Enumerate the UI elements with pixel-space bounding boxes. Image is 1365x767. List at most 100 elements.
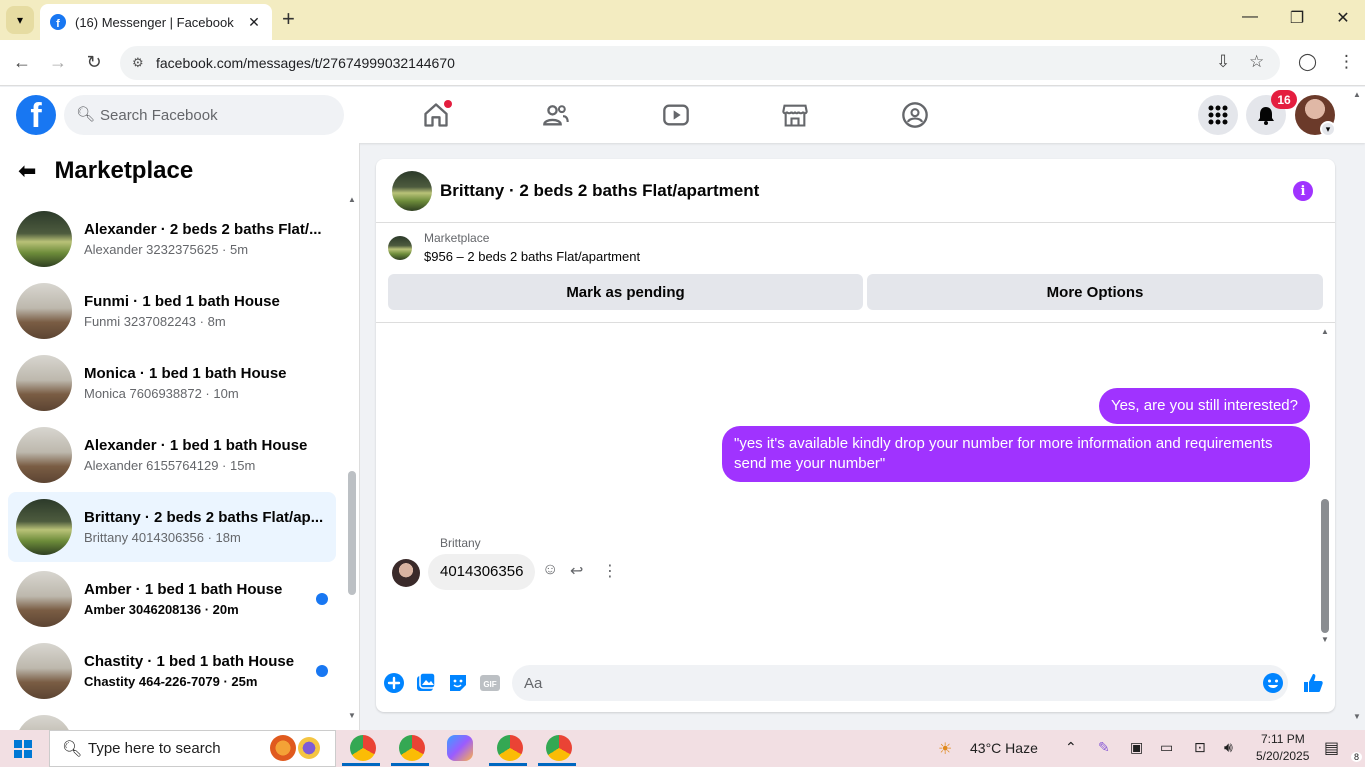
sticker-icon[interactable] [447, 672, 469, 694]
conversation-item[interactable]: Alexander · 1 bed 1 bath House Alexander … [8, 420, 336, 490]
message-input[interactable]: Aa [512, 665, 1288, 701]
scroll-down-icon[interactable]: ▼ [1321, 635, 1329, 644]
battery-icon[interactable]: ▭ [1160, 739, 1173, 756]
back-arrow-icon[interactable]: ⬅ [18, 158, 36, 184]
conversation-name: Brittany · 2 beds 2 baths Flat/ap... [84, 509, 324, 526]
browser-menu-icon[interactable]: ⋮ [1338, 52, 1355, 72]
pen-icon[interactable]: ✎ [1098, 739, 1110, 756]
menu-grid-button[interactable] [1198, 95, 1238, 135]
unread-dot [316, 593, 328, 605]
friends-icon[interactable] [542, 101, 570, 129]
scroll-down-icon[interactable]: ▼ [348, 711, 356, 720]
conversation-item[interactable]: Monica · 1 bed 1 bath House Monica 760693… [8, 348, 336, 418]
search-icon: 🔍︎ [76, 106, 96, 123]
bookmark-star-icon[interactable]: ☆ [1249, 52, 1264, 72]
url-text: facebook.com/messages/t/2767499903214467… [156, 55, 455, 71]
active-app-indicator [342, 763, 380, 766]
site-info-icon[interactable]: ⚙ [132, 55, 144, 71]
sender-avatar[interactable] [392, 559, 420, 587]
more-actions-icon[interactable]: ⋮ [602, 561, 618, 581]
chrome-icon[interactable] [399, 735, 425, 761]
outgoing-message[interactable]: "yes it's available kindly drop your num… [722, 426, 1310, 482]
facebook-logo-icon[interactable]: f [16, 95, 56, 135]
conversation-item[interactable]: Chastity · 1 bed 1 bath House Chastity 46… [8, 636, 336, 706]
scroll-down-icon[interactable]: ▼ [1353, 712, 1361, 721]
conversation-preview: Alexander 3232375625 · 5m [84, 242, 249, 257]
conversation-item[interactable]: Tal... · 1 bed 1 bath H... [8, 708, 336, 730]
search-icon: 🔍︎ [62, 741, 83, 758]
chrome-icon[interactable] [546, 735, 572, 761]
scroll-up-icon[interactable]: ▲ [1353, 90, 1361, 99]
conversation-item[interactable]: Alexander · 2 beds 2 baths Flat/... Alexa… [8, 204, 336, 274]
clock-date[interactable]: 5/20/2025 [1256, 749, 1309, 763]
restore-icon[interactable]: ❐ [1282, 8, 1312, 28]
conversation-name: Monica · 1 bed 1 bath House [84, 365, 287, 382]
browser-tab[interactable]: f (16) Messenger | Facebook ✕ [40, 4, 272, 40]
close-window-icon[interactable]: ✕ [1328, 8, 1358, 28]
url-field[interactable]: ⚙ facebook.com/messages/t/27674999032144… [120, 46, 1280, 80]
emoji-icon[interactable] [1262, 672, 1284, 694]
chevron-down-icon[interactable]: ▾ [1320, 121, 1336, 137]
marketplace-icon[interactable] [781, 101, 809, 129]
outgoing-message[interactable]: Yes, are you still interested? [1098, 388, 1310, 424]
forward-icon[interactable]: → [46, 52, 70, 73]
network-icon[interactable]: ⊡ [1194, 739, 1206, 756]
chat-listing-thumbnail[interactable] [392, 170, 432, 211]
clock-time[interactable]: 7:11 PM [1261, 732, 1305, 746]
notification-center-icon[interactable]: ▤ [1324, 738, 1339, 758]
conversation-item[interactable]: Amber · 1 bed 1 bath House Amber 30462081… [8, 564, 336, 634]
incoming-message[interactable]: 4014306356 [428, 554, 536, 590]
reload-icon[interactable]: ↻ [82, 52, 106, 73]
tab-search-chevron-icon[interactable]: ▾ [6, 6, 34, 34]
conversation-item[interactable]: Funmi · 1 bed 1 bath House Funmi 32370822… [8, 276, 336, 346]
info-icon[interactable]: i [1293, 181, 1313, 201]
profile-icon[interactable]: ◯ [1298, 52, 1317, 72]
video-icon[interactable] [662, 101, 690, 129]
taskbar-widget-icon[interactable] [270, 735, 296, 761]
reply-icon[interactable]: ↩ [570, 561, 583, 581]
mark-as-pending-button[interactable]: Mark as pending [388, 274, 863, 310]
sidebar-scroll-thumb[interactable] [348, 471, 356, 595]
facebook-favicon-icon: f [50, 14, 66, 30]
active-app-indicator [538, 763, 576, 766]
copilot-icon[interactable] [447, 735, 473, 761]
chat-title[interactable]: Brittany · 2 beds 2 baths Flat/apartment [440, 181, 759, 201]
meet-icon[interactable]: ▣ [1130, 739, 1143, 756]
conversation-text: Alexander · 2 beds 2 baths Flat/... Alexa… [84, 221, 336, 257]
listing-thumbnail [16, 643, 72, 699]
chat-scroll-thumb[interactable] [1321, 499, 1329, 633]
more-options-button[interactable]: More Options [867, 274, 1323, 310]
listing-summary[interactable]: Marketplace $956 – 2 beds 2 baths Flat/a… [388, 231, 640, 264]
volume-icon[interactable]: 🔊︎ [1224, 739, 1233, 756]
groups-icon[interactable] [901, 101, 929, 129]
thumbs-up-icon[interactable] [1302, 672, 1324, 694]
weather-icon[interactable]: ☀ [938, 739, 952, 759]
listing-thumbnail [388, 235, 412, 260]
page-scrollbar[interactable]: ▲ ▼ [1351, 90, 1365, 730]
chrome-icon[interactable] [497, 735, 523, 761]
facebook-search-input[interactable]: 🔍︎ Search Facebook [64, 95, 344, 135]
new-tab-icon[interactable]: + [282, 8, 295, 30]
plus-circle-icon[interactable] [383, 672, 405, 694]
weather-text[interactable]: 43°C Haze [970, 740, 1038, 756]
minimize-icon[interactable]: — [1235, 8, 1265, 26]
back-icon[interactable]: ← [10, 52, 34, 73]
photo-icon[interactable] [415, 672, 437, 694]
sidebar-scrollbar[interactable]: ▲ ▼ [348, 195, 358, 725]
conversation-preview: Alexander 6155764129 · 15m [84, 458, 256, 473]
chrome-icon[interactable] [350, 735, 376, 761]
gif-icon[interactable]: GIF [479, 672, 501, 694]
install-app-icon[interactable]: ⇩ [1216, 52, 1230, 72]
close-tab-icon[interactable]: ✕ [246, 14, 262, 31]
conversation-text: Brittany · 2 beds 2 baths Flat/ap... Brit… [84, 509, 336, 545]
scroll-up-icon[interactable]: ▲ [348, 195, 356, 204]
chat-scrollbar[interactable]: ▲ ▼ [1321, 327, 1331, 647]
chevron-up-icon[interactable]: ⌃ [1065, 739, 1077, 756]
react-smiley-icon[interactable]: ☺ [542, 561, 558, 579]
windows-start-icon[interactable] [14, 740, 32, 758]
conversation-item[interactable]: Brittany · 2 beds 2 baths Flat/ap... Brit… [8, 492, 336, 562]
conversation-name: Chastity · 1 bed 1 bath House [84, 653, 295, 670]
taskbar-widget-icon[interactable] [298, 737, 320, 759]
scroll-up-icon[interactable]: ▲ [1321, 327, 1329, 336]
listing-thumbnail [16, 427, 72, 483]
